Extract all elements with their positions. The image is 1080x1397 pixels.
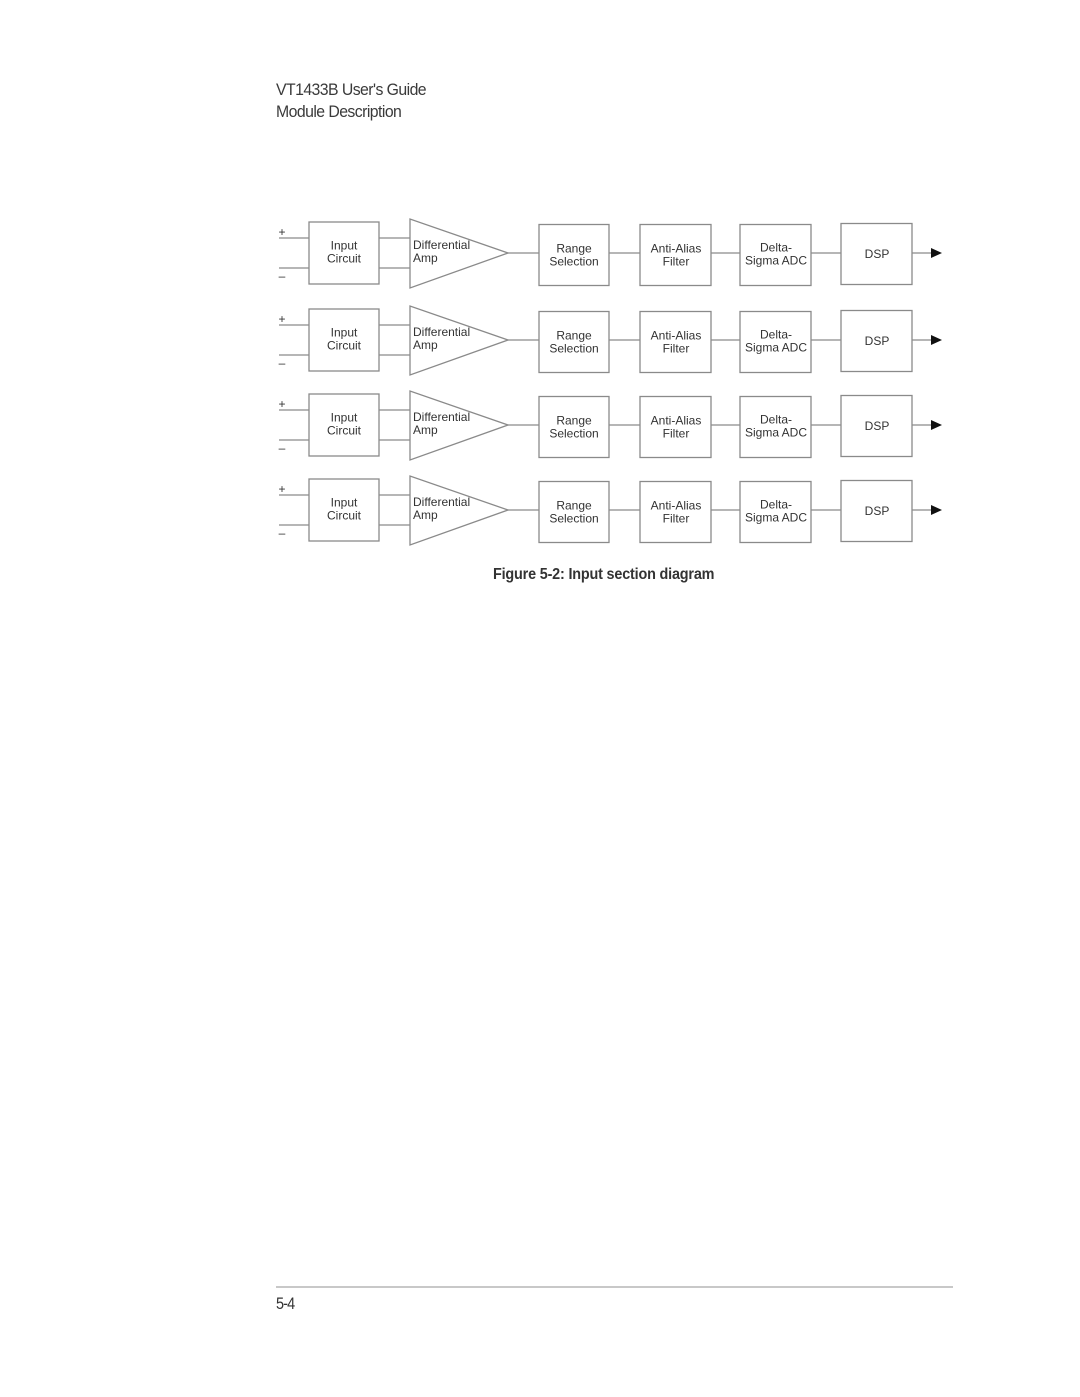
range-selection-label: Range [556, 329, 592, 343]
anti-alias-filter-label: Anti-Alias [651, 414, 702, 428]
dsp-label: DSP [865, 504, 890, 518]
input-circuit-label: Input [331, 326, 358, 340]
input-circuit-label: Circuit [327, 339, 362, 353]
output-arrow-icon [931, 505, 942, 515]
delta-sigma-adc-label: Sigma ADC [745, 426, 807, 440]
differential-amp-label: Amp [413, 251, 438, 265]
delta-sigma-adc-label: Sigma ADC [745, 254, 807, 268]
minus-terminal-label: – [279, 441, 286, 455]
differential-amp-label: Amp [413, 508, 438, 522]
input-circuit-label: Circuit [327, 509, 362, 523]
delta-sigma-adc-label: Delta- [760, 328, 792, 342]
delta-sigma-adc-label: Delta- [760, 241, 792, 255]
input-circuit-label: Input [331, 411, 358, 425]
dsp-label: DSP [865, 419, 890, 433]
delta-sigma-adc-label: Delta- [760, 498, 792, 512]
anti-alias-filter-label: Filter [663, 427, 690, 441]
range-selection-label: Selection [549, 427, 598, 441]
input-section-diagram: +–InputCircuitDifferentialAmpRangeSelect… [278, 218, 942, 546]
range-selection-label: Range [556, 499, 592, 513]
output-arrow-icon [931, 248, 942, 258]
input-circuit-label: Circuit [327, 252, 362, 266]
page-number: 5-4 [276, 1294, 295, 1313]
delta-sigma-adc-label: Delta- [760, 413, 792, 427]
input-circuit-label: Circuit [327, 424, 362, 438]
minus-terminal-label: – [279, 356, 286, 370]
figure-caption: Figure 5-2: Input section diagram [493, 566, 715, 583]
output-arrow-icon [931, 335, 942, 345]
plus-terminal-label: + [278, 482, 285, 496]
differential-amp-label: Differential [413, 325, 470, 339]
differential-amp-label: Differential [413, 410, 470, 424]
input-circuit-label: Input [331, 239, 358, 253]
output-arrow-icon [931, 420, 942, 430]
anti-alias-filter-label: Anti-Alias [651, 329, 702, 343]
differential-amp-label: Differential [413, 495, 470, 509]
anti-alias-filter-label: Filter [663, 512, 690, 526]
plus-terminal-label: + [278, 312, 285, 326]
plus-terminal-label: + [278, 397, 285, 411]
anti-alias-filter-label: Filter [663, 255, 690, 269]
plus-terminal-label: + [278, 225, 285, 239]
minus-terminal-label: – [279, 526, 286, 540]
differential-amp-label: Amp [413, 338, 438, 352]
differential-amp-label: Differential [413, 238, 470, 252]
delta-sigma-adc-label: Sigma ADC [745, 511, 807, 525]
range-selection-label: Selection [549, 512, 598, 526]
anti-alias-filter-label: Anti-Alias [651, 499, 702, 513]
minus-terminal-label: – [279, 269, 286, 283]
dsp-label: DSP [865, 247, 890, 261]
input-circuit-label: Input [331, 496, 358, 510]
dsp-label: DSP [865, 334, 890, 348]
anti-alias-filter-label: Filter [663, 342, 690, 356]
footer-divider [276, 1286, 953, 1288]
range-selection-label: Selection [549, 342, 598, 356]
delta-sigma-adc-label: Sigma ADC [745, 341, 807, 355]
range-selection-label: Range [556, 414, 592, 428]
range-selection-label: Range [556, 242, 592, 256]
anti-alias-filter-label: Anti-Alias [651, 242, 702, 256]
range-selection-label: Selection [549, 255, 598, 269]
differential-amp-label: Amp [413, 423, 438, 437]
